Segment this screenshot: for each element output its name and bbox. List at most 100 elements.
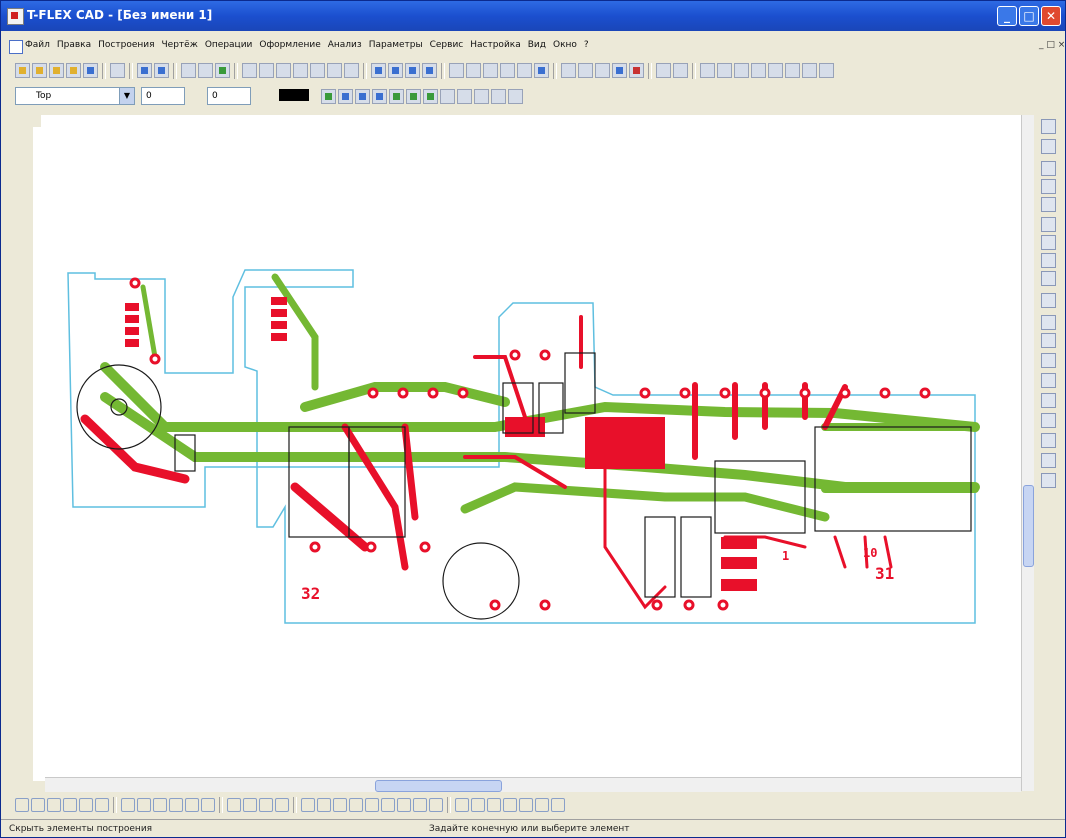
hatch-icon[interactable] [310, 63, 325, 78]
color-swatch[interactable] [279, 89, 309, 101]
tool-extra-icon[interactable] [1041, 473, 1056, 488]
tool-y-icon[interactable] [819, 63, 834, 78]
copy-icon[interactable] [1041, 393, 1056, 408]
arc-b-icon[interactable] [137, 798, 151, 812]
dimension-icon[interactable] [327, 63, 342, 78]
prop-f-icon[interactable] [406, 89, 421, 104]
menu-construct[interactable]: Построения [98, 40, 154, 50]
document-icon[interactable] [9, 40, 23, 54]
tool-d-icon[interactable] [422, 63, 437, 78]
prop-e-icon[interactable] [389, 89, 404, 104]
tool-b-icon[interactable] [388, 63, 403, 78]
prop-d-icon[interactable] [372, 89, 387, 104]
node-b-icon[interactable] [317, 798, 331, 812]
tool-o-icon[interactable] [629, 63, 644, 78]
arc-d-icon[interactable] [169, 798, 183, 812]
tool-t-icon[interactable] [734, 63, 749, 78]
node-d-icon[interactable] [349, 798, 363, 812]
tool-j-icon[interactable] [534, 63, 549, 78]
menu-parameters[interactable]: Параметры [369, 40, 423, 50]
prop-l-icon[interactable] [508, 89, 523, 104]
horizontal-scroll-thumb[interactable] [375, 780, 502, 792]
circle-d-icon[interactable] [275, 798, 289, 812]
drawing-canvas[interactable]: 32 31 1 10 [45, 127, 1021, 777]
tangent-line-icon[interactable] [95, 798, 109, 812]
tool-c-icon[interactable] [405, 63, 420, 78]
priority-field[interactable]: 0 [207, 87, 251, 105]
layer-select[interactable]: Top ▼ [15, 87, 135, 105]
arc-a-icon[interactable] [121, 798, 135, 812]
node-icon[interactable] [215, 63, 230, 78]
zoom-window-icon[interactable] [1041, 119, 1056, 134]
menu-settings[interactable]: Настройка [470, 40, 521, 50]
undo-icon[interactable] [137, 63, 152, 78]
circle-b-icon[interactable] [243, 798, 257, 812]
new-3d-icon[interactable] [32, 63, 47, 78]
tool-n-icon[interactable] [612, 63, 627, 78]
tool-p-icon[interactable] [656, 63, 671, 78]
arc-e-icon[interactable] [185, 798, 199, 812]
horizontal-line-icon[interactable] [63, 798, 77, 812]
minimize-button[interactable]: _ [997, 6, 1017, 26]
node-h-icon[interactable] [413, 798, 427, 812]
tool-e-icon[interactable] [449, 63, 464, 78]
horizontal-scrollbar[interactable] [45, 777, 1021, 792]
refresh-icon[interactable] [1041, 293, 1056, 308]
curve-c-icon[interactable] [487, 798, 501, 812]
menu-help[interactable]: ? [584, 40, 589, 50]
node-f-icon[interactable] [381, 798, 395, 812]
chevron-down-icon[interactable]: ▼ [119, 88, 134, 104]
line-icon[interactable] [181, 63, 196, 78]
title-bar[interactable]: T-FLEX CAD - [Без имени 1] _ □ ✕ [1, 1, 1065, 31]
prop-h-icon[interactable] [440, 89, 455, 104]
tool-f-icon[interactable] [466, 63, 481, 78]
circle-icon[interactable] [198, 63, 213, 78]
tool-x-icon[interactable] [802, 63, 817, 78]
prop-a-icon[interactable] [321, 89, 336, 104]
redo-icon[interactable] [154, 63, 169, 78]
tool-w-icon[interactable] [785, 63, 800, 78]
menu-analysis[interactable]: Анализ [328, 40, 362, 50]
snap-icon[interactable] [1041, 333, 1056, 348]
zoom-page-icon[interactable] [1041, 271, 1056, 286]
menu-file[interactable]: Файл [25, 40, 50, 50]
menu-edit[interactable]: Правка [57, 40, 91, 50]
zoom-sel-icon[interactable] [1041, 253, 1056, 268]
tool-g-icon[interactable] [483, 63, 498, 78]
angle-line-icon[interactable] [79, 798, 93, 812]
fragment-icon[interactable] [344, 63, 359, 78]
parallel-line-icon[interactable] [31, 798, 45, 812]
page-icon[interactable] [1041, 373, 1056, 388]
perpendicular-line-icon[interactable] [47, 798, 61, 812]
tool-h-icon[interactable] [500, 63, 515, 78]
tool-s-icon[interactable] [717, 63, 732, 78]
pan-icon[interactable] [1041, 197, 1056, 212]
vertical-scrollbar[interactable] [1021, 115, 1034, 791]
node-i-icon[interactable] [429, 798, 443, 812]
construction-line-icon[interactable] [259, 63, 274, 78]
maximize-button[interactable]: □ [1019, 6, 1039, 26]
tool-m-icon[interactable] [595, 63, 610, 78]
line-tool-icon[interactable] [15, 798, 29, 812]
zoom-all-icon[interactable] [1041, 139, 1056, 154]
prop-j-icon[interactable] [474, 89, 489, 104]
circle-a-icon[interactable] [227, 798, 241, 812]
tool-a-icon[interactable] [371, 63, 386, 78]
tool-l-icon[interactable] [578, 63, 593, 78]
curve-f-icon[interactable] [535, 798, 549, 812]
curve-g-icon[interactable] [551, 798, 565, 812]
arc-c-icon[interactable] [153, 798, 167, 812]
zoom-in-icon[interactable] [1041, 161, 1056, 176]
tool-v-icon[interactable] [768, 63, 783, 78]
node-e-icon[interactable] [365, 798, 379, 812]
tool-r-icon[interactable] [700, 63, 715, 78]
node-g-icon[interactable] [397, 798, 411, 812]
menu-drawing[interactable]: Чертёж [162, 40, 198, 50]
prop-c-icon[interactable] [355, 89, 370, 104]
level-field[interactable]: 0 [141, 87, 185, 105]
menu-view[interactable]: Вид [528, 40, 546, 50]
filter-icon[interactable] [1041, 413, 1056, 428]
curve-e-icon[interactable] [519, 798, 533, 812]
tool-i-icon[interactable] [517, 63, 532, 78]
node-c-icon[interactable] [333, 798, 347, 812]
